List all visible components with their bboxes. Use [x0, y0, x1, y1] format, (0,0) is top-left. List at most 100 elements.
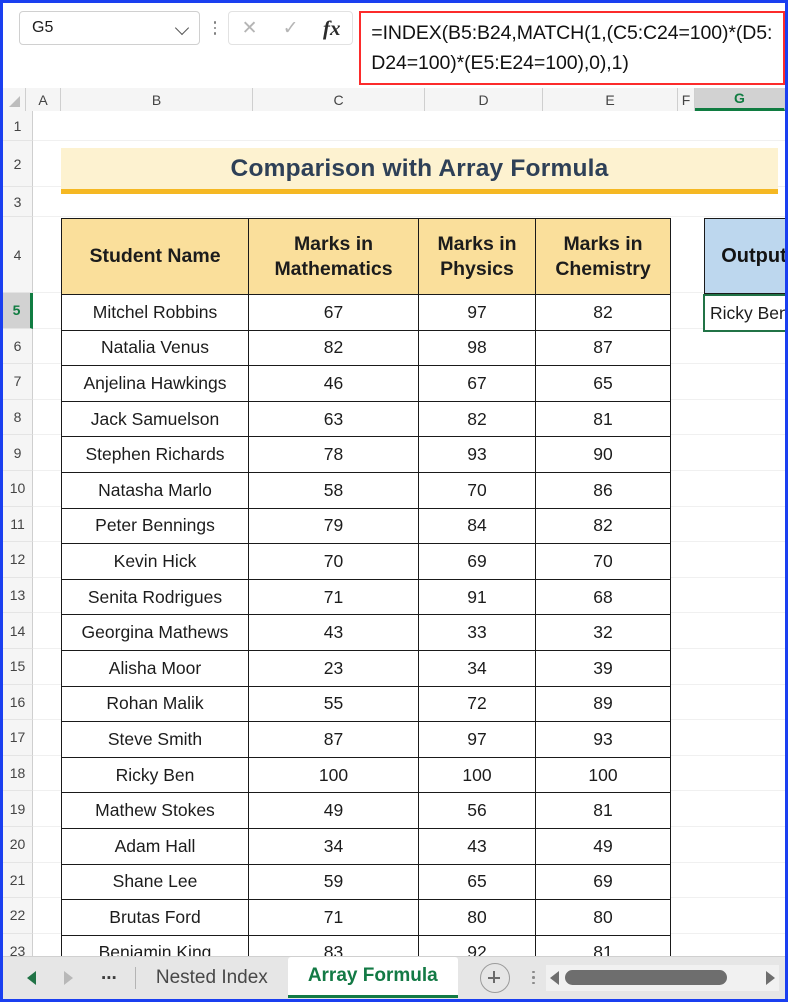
cell-math-mark[interactable]: 100: [248, 756, 419, 794]
row-header-2[interactable]: 2: [3, 141, 33, 187]
cell-chemistry-mark[interactable]: 93: [535, 721, 671, 758]
cell-student-name[interactable]: Anjelina Hawkings: [61, 365, 249, 402]
cell-math-mark[interactable]: 49: [248, 792, 419, 829]
cell-chemistry-mark[interactable]: 39: [535, 649, 671, 687]
add-sheet-icon[interactable]: [479, 963, 510, 993]
cell-student-name[interactable]: Jack Samuelson: [61, 400, 249, 438]
cell-chemistry-mark[interactable]: 86: [535, 471, 671, 509]
cell-physics-mark[interactable]: 97: [418, 721, 536, 758]
cell-student-name[interactable]: Rohan Malik: [61, 685, 249, 723]
row-header-4[interactable]: 4: [3, 217, 33, 293]
cell-student-name[interactable]: Shane Lee: [61, 863, 249, 901]
column-header-g[interactable]: G: [695, 88, 785, 111]
cell-student-name[interactable]: Benjamin King: [61, 934, 249, 956]
cell-chemistry-mark[interactable]: 32: [535, 614, 671, 651]
cell-chemistry-mark[interactable]: 82: [535, 294, 671, 331]
cell-physics-mark[interactable]: 93: [418, 436, 536, 473]
row-header-16[interactable]: 16: [3, 684, 33, 721]
column-header-c[interactable]: C: [253, 88, 425, 111]
cell-math-mark[interactable]: 82: [248, 329, 419, 367]
row-header-6[interactable]: 6: [3, 328, 33, 365]
cell-physics-mark[interactable]: 92: [418, 934, 536, 956]
row-header-5[interactable]: 5: [3, 293, 33, 329]
insert-function-icon[interactable]: fx: [315, 13, 349, 43]
cell-student-name[interactable]: Natalia Venus: [61, 329, 249, 367]
cell-student-name[interactable]: Mathew Stokes: [61, 792, 249, 829]
cell-math-mark[interactable]: 67: [248, 294, 419, 331]
cell-student-name[interactable]: Ricky Ben: [61, 756, 249, 794]
row-header-22[interactable]: 22: [3, 898, 33, 934]
chevron-down-icon[interactable]: [175, 20, 191, 36]
cell-math-mark[interactable]: 71: [248, 578, 419, 616]
cell-math-mark[interactable]: 46: [248, 365, 419, 402]
row-header-18[interactable]: 18: [3, 755, 33, 792]
tab-overflow-icon[interactable]: [526, 957, 542, 998]
row-header-19[interactable]: 19: [3, 791, 33, 827]
row-header-11[interactable]: 11: [3, 506, 33, 543]
cell-student-name[interactable]: Natasha Marlo: [61, 471, 249, 509]
row-header-7[interactable]: 7: [3, 364, 33, 400]
cell-chemistry-mark[interactable]: 89: [535, 685, 671, 723]
cell-physics-mark[interactable]: 80: [418, 899, 536, 936]
cell-chemistry-mark[interactable]: 70: [535, 543, 671, 580]
cell-physics-mark[interactable]: 82: [418, 400, 536, 438]
column-header-a[interactable]: A: [26, 88, 61, 111]
row-header-23[interactable]: 23: [3, 933, 33, 956]
cell-chemistry-mark[interactable]: 100: [535, 756, 671, 794]
cell-math-mark[interactable]: 87: [248, 721, 419, 758]
cell-chemistry-mark[interactable]: 69: [535, 863, 671, 901]
cell-math-mark[interactable]: 58: [248, 471, 419, 509]
row-header-17[interactable]: 17: [3, 720, 33, 756]
cell-chemistry-mark[interactable]: 81: [535, 792, 671, 829]
cell-math-mark[interactable]: 59: [248, 863, 419, 901]
prev-sheet-arrow-icon[interactable]: [27, 970, 36, 985]
cell-math-mark[interactable]: 55: [248, 685, 419, 723]
row-header-21[interactable]: 21: [3, 862, 33, 899]
cell-physics-mark[interactable]: 70: [418, 471, 536, 509]
name-box[interactable]: G5: [19, 11, 201, 45]
horizontal-scrollbar[interactable]: [541, 957, 785, 998]
cell-math-mark[interactable]: 79: [248, 507, 419, 545]
cell-chemistry-mark[interactable]: 90: [535, 436, 671, 473]
cell-chemistry-mark[interactable]: 68: [535, 578, 671, 616]
cell-math-mark[interactable]: 34: [248, 827, 419, 865]
row-header-1[interactable]: 1: [3, 111, 33, 141]
cell-student-name[interactable]: Mitchel Robbins: [61, 294, 249, 331]
grid-row-1[interactable]: [33, 111, 785, 141]
cell-student-name[interactable]: Kevin Hick: [61, 543, 249, 580]
cell-student-name[interactable]: Georgina Mathews: [61, 614, 249, 651]
cell-student-name[interactable]: Brutas Ford: [61, 899, 249, 936]
cell-physics-mark[interactable]: 67: [418, 365, 536, 402]
cell-physics-mark[interactable]: 69: [418, 543, 536, 580]
scrollbar-thumb[interactable]: [564, 970, 727, 985]
scroll-right-arrow-icon[interactable]: [766, 970, 775, 985]
cell-student-name[interactable]: Stephen Richards: [61, 436, 249, 473]
cell-physics-mark[interactable]: 72: [418, 685, 536, 723]
select-all-corner[interactable]: [3, 88, 26, 111]
scroll-left-arrow-icon[interactable]: [549, 970, 559, 985]
cell-student-name[interactable]: Peter Bennings: [61, 507, 249, 545]
cell-physics-mark[interactable]: 84: [418, 507, 536, 545]
cell-chemistry-mark[interactable]: 82: [535, 507, 671, 545]
row-header-15[interactable]: 15: [3, 648, 33, 685]
cell-chemistry-mark[interactable]: 81: [535, 934, 671, 956]
cell-student-name[interactable]: Alisha Moor: [61, 649, 249, 687]
cell-math-mark[interactable]: 78: [248, 436, 419, 473]
cell-physics-mark[interactable]: 43: [418, 827, 536, 865]
cell-physics-mark[interactable]: 33: [418, 614, 536, 651]
confirm-icon[interactable]: ✓: [274, 13, 308, 43]
cell-chemistry-mark[interactable]: 87: [535, 329, 671, 367]
cell-student-name[interactable]: Steve Smith: [61, 721, 249, 758]
cell-physics-mark[interactable]: 100: [418, 756, 536, 794]
cell-student-name[interactable]: Senita Rodrigues: [61, 578, 249, 616]
formula-bar-overflow-icon[interactable]: [206, 11, 224, 45]
column-header-b[interactable]: B: [61, 88, 253, 111]
column-header-e[interactable]: E: [543, 88, 678, 111]
output-cell-g5[interactable]: Ricky Ben: [703, 294, 785, 332]
row-header-20[interactable]: 20: [3, 826, 33, 863]
sheet-tab-nested-index[interactable]: Nested Index: [136, 957, 288, 998]
cell-math-mark[interactable]: 23: [248, 649, 419, 687]
row-header-8[interactable]: 8: [3, 399, 33, 436]
row-header-14[interactable]: 14: [3, 613, 33, 649]
row-header-9[interactable]: 9: [3, 435, 33, 471]
